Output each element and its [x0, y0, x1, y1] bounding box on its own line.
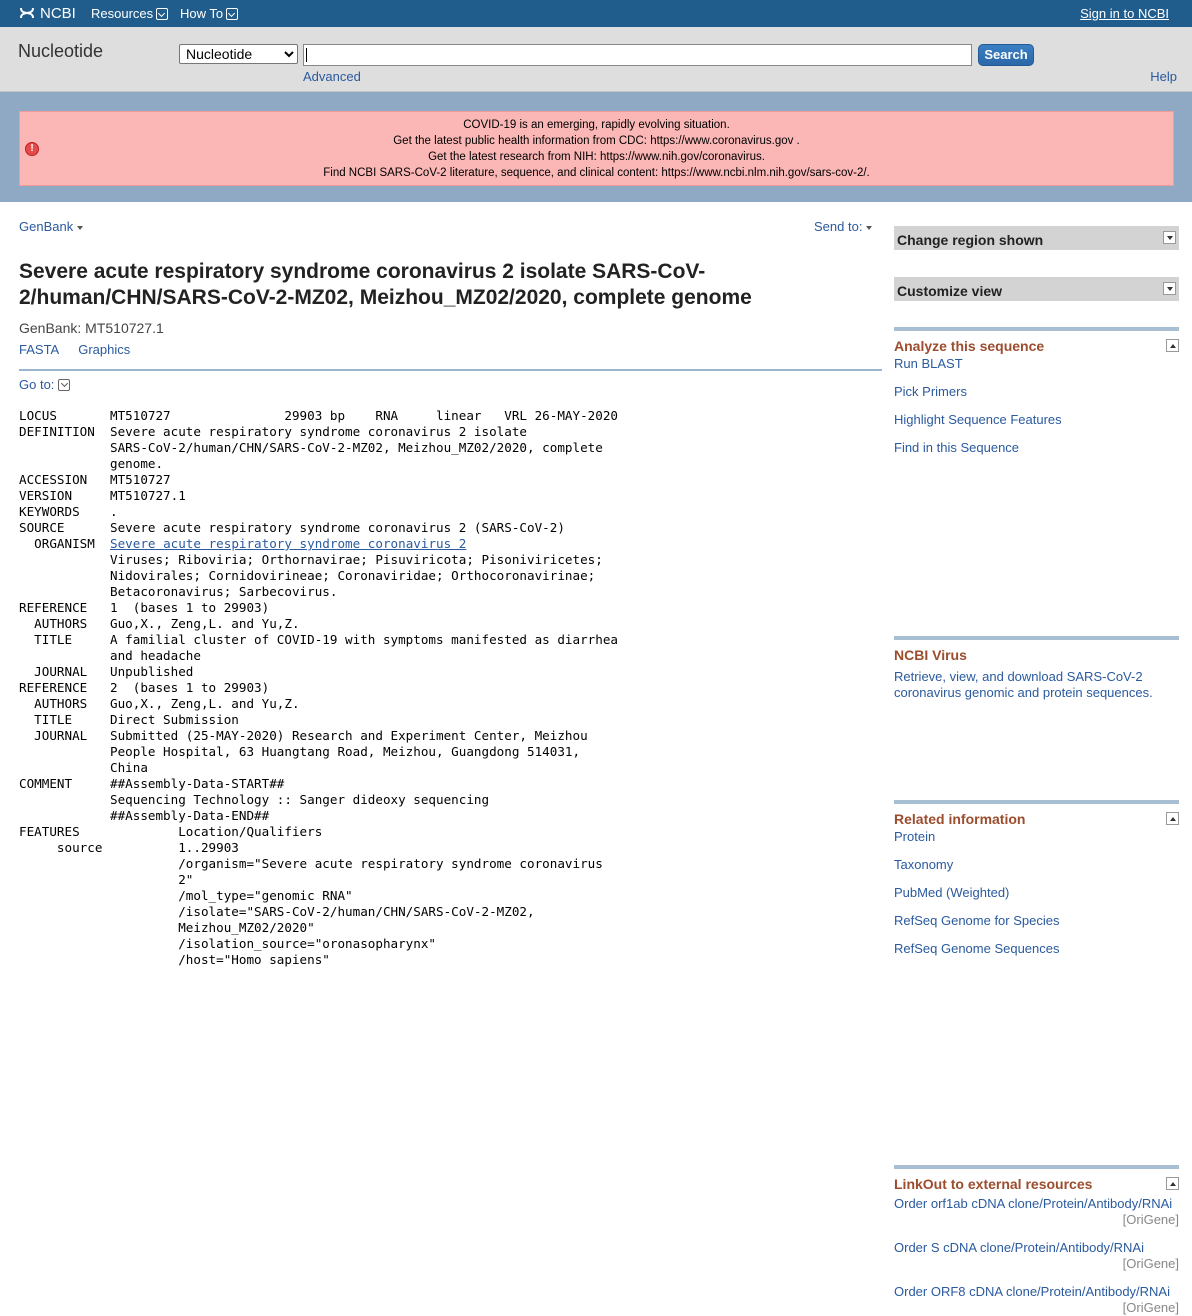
ncbi-virus-title: NCBI Virus	[894, 647, 967, 663]
collapse-icon[interactable]	[1166, 339, 1179, 352]
related-refseq-species-link[interactable]: RefSeq Genome for Species	[894, 913, 1179, 941]
record-title: Severe acute respiratory syndrome corona…	[19, 260, 752, 309]
change-region-portlet[interactable]: Change region shown	[894, 226, 1179, 250]
customize-view-header[interactable]: Customize view	[894, 277, 1179, 301]
flatfile-body: Viruses; Riboviria; Orthornavirae; Pisuv…	[19, 552, 618, 967]
change-region-label: Change region shown	[897, 232, 1044, 248]
resources-menu[interactable]: Resources	[91, 6, 169, 21]
expand-icon[interactable]	[1163, 282, 1176, 295]
alert-text: .	[866, 167, 870, 179]
linkout-list: Order orf1ab cDNA clone/Protein/Antibody…	[894, 1196, 1179, 1316]
analyze-title: Analyze this sequence	[894, 338, 1045, 354]
related-info-section: Related information Protein Taxonomy Pub…	[894, 800, 1179, 969]
go-to-menu[interactable]: Go to:	[19, 377, 71, 392]
ncbi-sars-link[interactable]: https://www.ncbi.nlm.nih.gov/sars-cov-2/	[661, 167, 866, 179]
banner-area: ! COVID-19 is an emerging, rapidly evolv…	[0, 92, 1192, 202]
top-bar: NCBI Resources How To Sign in to NCBI	[0, 0, 1192, 27]
related-taxonomy-link[interactable]: Taxonomy	[894, 857, 1179, 885]
database-select[interactable]: Nucleotide	[179, 44, 298, 64]
expand-icon[interactable]	[1163, 231, 1176, 244]
caret-down-icon	[866, 225, 873, 230]
format-label: GenBank	[19, 219, 74, 234]
linkout-title: LinkOut to external resources	[894, 1176, 1093, 1192]
related-pubmed-link[interactable]: PubMed (Weighted)	[894, 885, 1179, 913]
alert-line-2: Get the latest public health information…	[20, 133, 1173, 149]
logo-text: NCBI	[40, 4, 76, 22]
collapse-icon[interactable]	[1166, 1177, 1179, 1190]
alert-line-3: Get the latest research from NIH: https:…	[20, 149, 1173, 165]
ncbi-virus-link[interactable]: Retrieve, view, and download SARS-CoV-2 …	[894, 669, 1179, 701]
search-input[interactable]	[303, 44, 972, 66]
graphics-link[interactable]: Graphics	[78, 342, 130, 357]
genbank-flatfile: LOCUS MT510727 29903 bp RNA linear VRL 2…	[19, 408, 618, 968]
related-refseq-sequences-link[interactable]: RefSeq Genome Sequences	[894, 941, 1179, 969]
resources-label: Resources	[91, 6, 154, 21]
go-to-link[interactable]: Go to:	[19, 377, 54, 392]
alert-text: Find NCBI SARS-CoV-2 literature, sequenc…	[323, 167, 662, 179]
advanced-search-link[interactable]: Advanced	[303, 69, 361, 84]
alert-text: .	[793, 135, 800, 147]
alert-line-1: COVID-19 is an emerging, rapidly evolvin…	[463, 119, 730, 131]
accession-line: GenBank: MT510727.1	[19, 320, 164, 336]
ncbi-logo[interactable]: NCBI	[18, 4, 76, 22]
sign-in-link[interactable]: Sign in to NCBI	[1080, 6, 1169, 21]
linkout-item-orf8[interactable]: Order ORF8 cDNA clone/Protein/Antibody/R…	[894, 1284, 1179, 1300]
customize-view-label: Customize view	[897, 283, 1003, 299]
customize-view-portlet[interactable]: Customize view	[894, 277, 1179, 301]
change-region-header[interactable]: Change region shown	[894, 226, 1179, 250]
related-info-title: Related information	[894, 811, 1026, 827]
database-title: Nucleotide	[18, 41, 104, 61]
alert-icon: !	[25, 142, 39, 156]
chevron-down-icon	[58, 378, 71, 391]
help-link[interactable]: Help	[1150, 69, 1177, 84]
covid-alert: ! COVID-19 is an emerging, rapidly evolv…	[19, 111, 1174, 186]
fasta-link[interactable]: FASTA	[19, 342, 59, 357]
alert-text: .	[761, 151, 765, 163]
linkout-item-orf1ab[interactable]: Order orf1ab cDNA clone/Protein/Antibody…	[894, 1196, 1179, 1212]
find-in-sequence-link[interactable]: Find in this Sequence	[894, 440, 1179, 468]
linkout-item-s[interactable]: Order S cDNA clone/Protein/Antibody/RNAi	[894, 1240, 1179, 1256]
howto-menu[interactable]: How To	[180, 6, 239, 21]
linkout-source: [OriGene]	[1122, 1300, 1179, 1315]
flatfile-header: LOCUS MT510727 29903 bp RNA linear VRL 2…	[19, 408, 618, 551]
linkout-source: [OriGene]	[1122, 1212, 1179, 1227]
linkout-section: LinkOut to external resources Order orf1…	[894, 1165, 1179, 1316]
highlight-features-link[interactable]: Highlight Sequence Features	[894, 412, 1179, 440]
collapse-icon[interactable]	[1166, 812, 1179, 825]
cdc-link[interactable]: https://www.coronavirus.gov	[650, 135, 793, 147]
ncbi-virus-section: NCBI Virus Retrieve, view, and download …	[894, 636, 1179, 701]
nih-link[interactable]: https://www.nih.gov/coronavirus	[600, 151, 762, 163]
linkout-source: [OriGene]	[1122, 1256, 1179, 1271]
send-to-dropdown[interactable]: Send to:	[814, 219, 873, 234]
organism-link[interactable]: Severe acute respiratory syndrome corona…	[110, 536, 466, 551]
alert-text: Get the latest research from NIH:	[428, 151, 600, 163]
format-links: FASTA Graphics	[19, 342, 130, 357]
ncbi-logo-icon	[20, 7, 34, 19]
related-protein-link[interactable]: Protein	[894, 829, 1179, 857]
send-to-label: Send to:	[814, 219, 863, 234]
chevron-down-icon	[226, 7, 239, 20]
divider	[19, 369, 882, 371]
howto-label: How To	[180, 6, 224, 21]
alert-text: Get the latest public health information…	[393, 135, 651, 147]
search-bar: Nucleotide Nucleotide Search Advanced He…	[0, 27, 1192, 92]
chevron-down-icon	[156, 7, 169, 20]
run-blast-link[interactable]: Run BLAST	[894, 356, 1179, 384]
format-dropdown[interactable]: GenBank	[19, 219, 84, 234]
alert-line-4: Find NCBI SARS-CoV-2 literature, sequenc…	[20, 165, 1173, 181]
caret-down-icon	[77, 225, 84, 230]
pick-primers-link[interactable]: Pick Primers	[894, 384, 1179, 412]
search-button[interactable]: Search	[978, 44, 1034, 66]
analyze-section: Analyze this sequence Run BLAST Pick Pri…	[894, 327, 1179, 468]
